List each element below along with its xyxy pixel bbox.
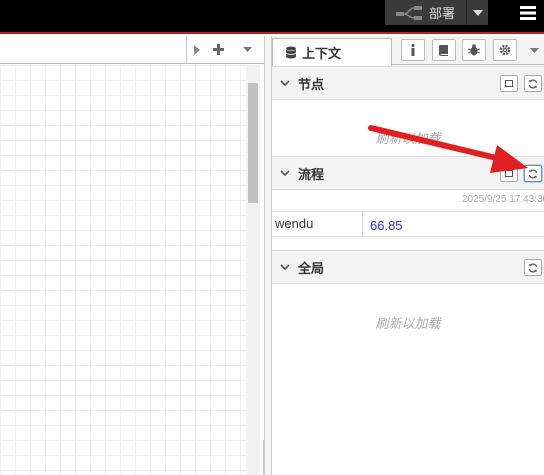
context-key: wendu xyxy=(275,216,314,231)
caret-right-icon xyxy=(193,44,200,55)
section-node-title: 节点 xyxy=(298,76,325,92)
database-icon xyxy=(285,46,297,59)
tab-help-button[interactable] xyxy=(432,39,456,61)
chevron-down-icon xyxy=(280,80,290,87)
global-refresh-hint: 刷新以加载 xyxy=(375,316,441,331)
tab-context[interactable]: 上下文 xyxy=(272,38,392,66)
main-menu-button[interactable] xyxy=(512,0,544,25)
bug-icon xyxy=(468,44,480,56)
deploy-label: 部署 xyxy=(429,7,456,22)
flow-timestamp: 2025/9/25 17:43:30 xyxy=(462,194,544,205)
context-value[interactable]: 66.85 xyxy=(370,218,403,233)
deploy-button[interactable]: 部署 xyxy=(385,0,488,25)
app-header: 部署 xyxy=(0,0,544,34)
caret-down-icon xyxy=(242,47,252,52)
caret-down-icon xyxy=(529,47,539,53)
info-icon xyxy=(411,44,415,56)
hamburger-icon xyxy=(520,5,536,20)
global-refresh-button[interactable] xyxy=(524,259,542,276)
deploy-flow-icon xyxy=(396,5,422,20)
tab-config-button[interactable] xyxy=(493,39,517,61)
square-icon xyxy=(505,80,513,87)
caret-down-icon xyxy=(472,9,483,16)
refresh-icon xyxy=(528,262,538,273)
chevron-down-icon xyxy=(280,170,290,177)
node-delete-button[interactable] xyxy=(500,75,518,92)
refresh-icon xyxy=(528,78,538,89)
workspace xyxy=(0,36,264,475)
section-flow-header[interactable]: 流程 xyxy=(272,156,544,190)
flow-list-button[interactable] xyxy=(236,36,258,63)
section-global-title: 全局 xyxy=(298,260,325,276)
context-row[interactable]: wendu 66.85 xyxy=(272,211,544,238)
scroll-tabs-button[interactable] xyxy=(186,36,206,63)
add-flow-button[interactable] xyxy=(206,36,230,63)
tab-context-label: 上下文 xyxy=(302,46,342,61)
scrollbar-thumb[interactable] xyxy=(248,83,258,203)
section-global-header[interactable]: 全局 xyxy=(272,250,544,284)
sidebar: 上下文 节点 刷新以加载 流程 2025/9/25 17:43:30 wendu… xyxy=(272,36,544,475)
tab-info-button[interactable] xyxy=(401,39,425,61)
vertical-scrollbar[interactable] xyxy=(246,65,260,475)
plus-icon xyxy=(212,44,224,55)
sidebar-menu-caret[interactable] xyxy=(526,39,542,61)
sidebar-separator[interactable] xyxy=(264,36,272,475)
flow-delete-button[interactable] xyxy=(500,165,518,182)
workspace-tab-bar xyxy=(0,36,264,64)
node-refresh-button[interactable] xyxy=(524,75,542,92)
chevron-down-icon xyxy=(280,264,290,271)
section-node-header[interactable]: 节点 xyxy=(272,66,544,100)
flow-canvas[interactable] xyxy=(0,65,246,475)
node-refresh-hint: 刷新以加载 xyxy=(375,131,441,146)
gear-icon xyxy=(499,44,511,56)
flow-refresh-button[interactable] xyxy=(524,165,542,182)
section-flow-title: 流程 xyxy=(298,166,325,182)
sidebar-tab-bar: 上下文 xyxy=(272,36,544,66)
tab-debug-button[interactable] xyxy=(462,39,486,61)
refresh-icon xyxy=(528,168,538,179)
book-icon xyxy=(439,45,448,56)
row-divider xyxy=(362,212,363,238)
deploy-menu-caret[interactable] xyxy=(466,0,488,25)
square-icon xyxy=(505,170,513,177)
